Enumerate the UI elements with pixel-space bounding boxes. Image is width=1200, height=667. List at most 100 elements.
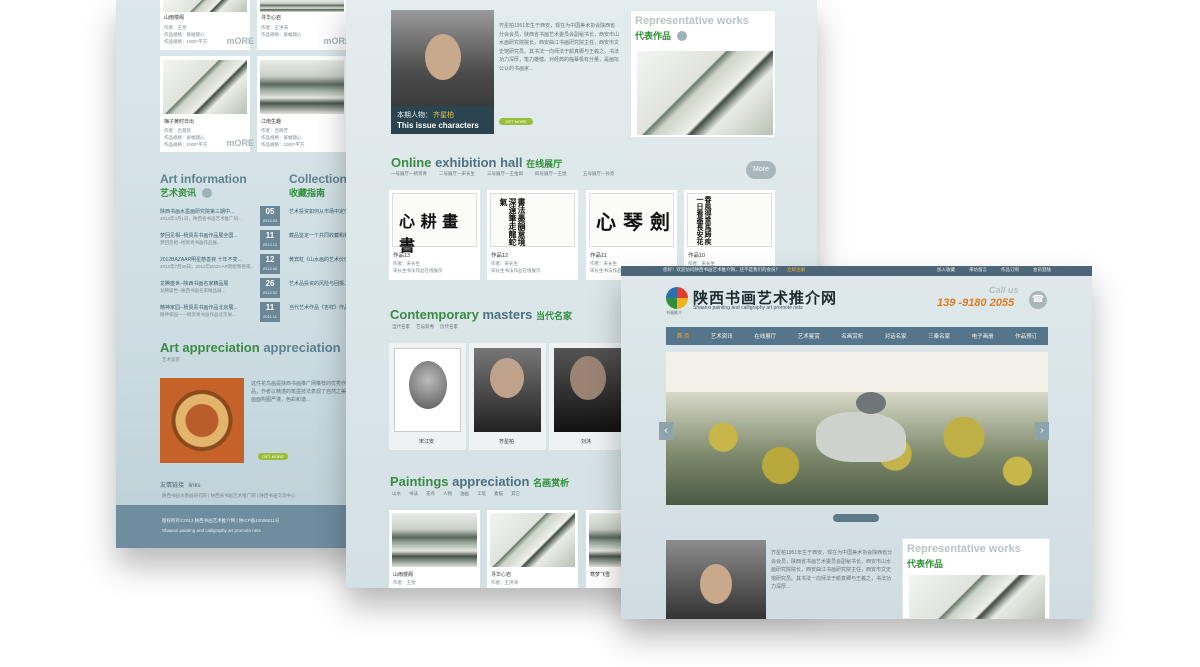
painting-image — [392, 513, 477, 567]
bracelet-image[interactable] — [160, 378, 244, 463]
banner-slider[interactable] — [666, 352, 1048, 505]
nav-item[interactable]: 艺术资讯 — [711, 332, 733, 340]
thumb-card[interactable]: 山雨楼阁 作者：王觉 作品规格：屏幅镜心 作品规格：1000*平方 mORE — [160, 0, 254, 50]
next-arrow-icon[interactable]: › — [1035, 422, 1049, 440]
master-photo — [474, 348, 541, 432]
art-app-title-cn: 艺术鉴赏 — [162, 357, 180, 362]
master-card[interactable]: 宋江安 — [389, 343, 466, 450]
date-day: 05 — [265, 207, 275, 216]
thumb-card[interactable]: 江南生趣 作者：吕晓芳 作品规格：屏幅镜心 作品规格：1000*平方 — [257, 56, 347, 152]
nav-item[interactable]: 对话名家 — [885, 332, 907, 340]
master-card[interactable]: 刘沐 — [549, 343, 626, 450]
news-title: 梦回见相--杨贤青书画作品展全国... — [160, 233, 238, 239]
online-card[interactable]: 心 耕 畫 書 作品13 作者：宋长生 宋长生书法作品在线展示 — [389, 190, 480, 280]
painting-image — [490, 513, 575, 567]
news-row[interactable]: 2012BAZAAR明星慈善夜 十年不变... 2012年7月30日，2012年B… — [160, 254, 282, 276]
section-tab[interactable]: 山水 — [392, 491, 401, 497]
register-link[interactable]: 立即注册 — [787, 267, 805, 273]
footer-links[interactable]: 陕西书画水墨画研究院 | 陕西省书画艺术推广网 | 陕西书画交流中心 — [162, 493, 295, 499]
section-tab[interactable]: 艺坛新秀 — [416, 324, 434, 330]
thumb-meta: 作品规格：屏幅镜心 — [261, 32, 302, 37]
news-row[interactable]: 陕西书画水墨画研究院第三期中... 2014年3月1日，陕西省书画艺术推广研...… — [160, 206, 282, 228]
work-title: 作品12 — [491, 253, 509, 259]
issue-label: 本期人物： — [397, 112, 432, 119]
prev-arrow-icon[interactable]: ‹ — [659, 422, 673, 440]
art-app-title-en: Art appreciation — [160, 340, 260, 355]
thumb-card[interactable]: 梅子黄时日出 作者：吕基智 作品规格：屏幅镜心 作品规格：1000*平方 mOR… — [160, 56, 254, 152]
order-link[interactable]: 作品订购 — [1001, 267, 1019, 273]
issue-photo[interactable]: 本期人物： 齐星柏 This issue characters — [391, 10, 494, 134]
online-card[interactable]: 書法墨韻意境深遠筆走龍蛇氣 作品12 作者：宋长生 宋长生书法作品在线展示 — [487, 190, 578, 280]
issue-photo[interactable] — [666, 540, 766, 619]
date-day: 26 — [265, 279, 275, 288]
online-title: Online exhibition hall 在线展厅 — [391, 155, 562, 170]
section-tab[interactable]: 三号展厅—王金如 — [487, 171, 523, 177]
more-button[interactable]: More — [746, 161, 776, 179]
rep-painting[interactable] — [909, 575, 1045, 619]
nav-item[interactable]: 作品预订 — [1015, 332, 1037, 340]
paintings-title-en2: appreciation — [452, 474, 530, 489]
collection-item[interactable]: 藏品鉴定一个共同收藏和判断... — [289, 232, 349, 239]
thumb-meta: 作品规格：屏幅镜心 — [164, 32, 205, 37]
get-more-button[interactable]: GET MORE — [499, 118, 533, 125]
thumb-card[interactable]: 寻华心岩 作者：王洪涛 作品规格：屏幅镜心 mORE — [257, 0, 351, 50]
news-row[interactable]: 梦回见相--杨贤青书画作品展全国... 梦回见相--杨贤青书画作品展... 11 20… — [160, 230, 282, 252]
nav-item[interactable]: 名画赏析 — [841, 332, 863, 340]
section-tab[interactable]: 当代名家 — [392, 324, 410, 330]
section-tab[interactable]: 油画 — [460, 491, 469, 497]
date-badge: 05 2014.03 — [260, 206, 280, 226]
painting-title: 寻华心岩 — [491, 572, 512, 578]
work-title: 作品11 — [590, 253, 607, 259]
nav-item[interactable]: 电子画册 — [972, 332, 994, 340]
thumb-meta: 作者：吕晓芳 — [261, 128, 288, 133]
arrow-circle-icon[interactable] — [202, 188, 212, 198]
collection-item[interactable]: 艺术投资如何从市场中定位... — [289, 208, 349, 215]
section-tab[interactable]: 五号展厅—孙亮 — [583, 171, 615, 177]
section-tab[interactable]: 历代名家 — [440, 324, 458, 330]
section-tab[interactable]: 工笔 — [477, 491, 486, 497]
collection-item[interactable]: 当代艺术作品《吉祥》作品赏析 — [289, 304, 349, 311]
nav-item-home[interactable]: 首 页 — [677, 332, 690, 340]
section-tab[interactable]: 其它 — [511, 491, 520, 497]
master-name: 宋江安 — [419, 439, 435, 445]
slider-dots[interactable] — [833, 514, 879, 522]
section-tab[interactable]: 二号展厅—宋长生 — [439, 171, 475, 177]
section-tab[interactable]: 书法 — [409, 491, 418, 497]
welcome-text: 您好！欢迎访问陕西书画艺术推介网，还不是我们的会员？ — [663, 267, 780, 272]
links-bar: 友情链接 links — [160, 474, 360, 489]
master-card[interactable]: 齐星柏 — [469, 343, 546, 450]
nav-item[interactable]: 三秦名家 — [928, 332, 950, 340]
section-tab[interactable]: 人物 — [443, 491, 452, 497]
painting-card[interactable]: 寻华心岩 作者：王洪涛 — [487, 510, 578, 588]
arrow-circle-icon[interactable] — [677, 31, 687, 41]
rep-painting[interactable] — [637, 51, 773, 135]
site-logo-subtitle: Shaanxi painting and calligraphy art pro… — [693, 305, 803, 311]
calligraphy-image: 心 琴 劍 — [589, 193, 674, 247]
masters-title-cn: 当代名家 — [535, 311, 572, 321]
more-link[interactable]: mORE — [226, 36, 254, 46]
section-tab[interactable]: 四号展厅—王悦 — [535, 171, 567, 177]
site-logo-icon[interactable] — [666, 287, 688, 309]
date-badge: 11 2011.11 — [260, 302, 280, 322]
news-row[interactable]: 龙腾盛世--陕西书画名家精品展 龙腾盛世--陕西书画名家精品展... 26 2012.… — [160, 278, 282, 300]
date-day: 11 — [265, 231, 275, 240]
phone-icon: ☎ — [1029, 291, 1047, 309]
bookmark-link[interactable]: 加入收藏 — [937, 267, 955, 273]
more-link[interactable]: mORE — [226, 138, 254, 148]
get-more-button[interactable]: GET MORE — [258, 453, 288, 460]
guestbook-link[interactable]: 来访留言 — [969, 267, 987, 273]
nav-item[interactable]: 在线展厅 — [754, 332, 776, 340]
section-tab[interactable]: 素描 — [494, 491, 503, 497]
login-link[interactable]: 会员登陆 — [1033, 267, 1051, 273]
news-row[interactable]: 精神家园--杨贤青书画作品北京展... 精神家园——杨贤青书画作品北京展... 11… — [160, 302, 282, 324]
painting-card[interactable]: 山雨楼阁 作者：王觉 — [389, 510, 480, 588]
rep-title-en: Representative works — [635, 15, 749, 27]
footer-tagline: Shaanxi painting and calligraphy art pro… — [162, 528, 261, 533]
section-tab[interactable]: 花鸟 — [426, 491, 435, 497]
collection-item[interactable]: 黄宾虹《山水画的艺术价值》... — [289, 256, 349, 263]
work-author: 作者：宋长生 — [590, 261, 617, 266]
collection-title-cn: 收藏指南 — [289, 188, 326, 198]
section-tab[interactable]: 一号展厅—杨贤青 — [391, 171, 427, 177]
collection-item[interactable]: 艺术品投资的风险与回报... — [289, 280, 349, 287]
nav-item[interactable]: 艺术鉴赏 — [798, 332, 820, 340]
